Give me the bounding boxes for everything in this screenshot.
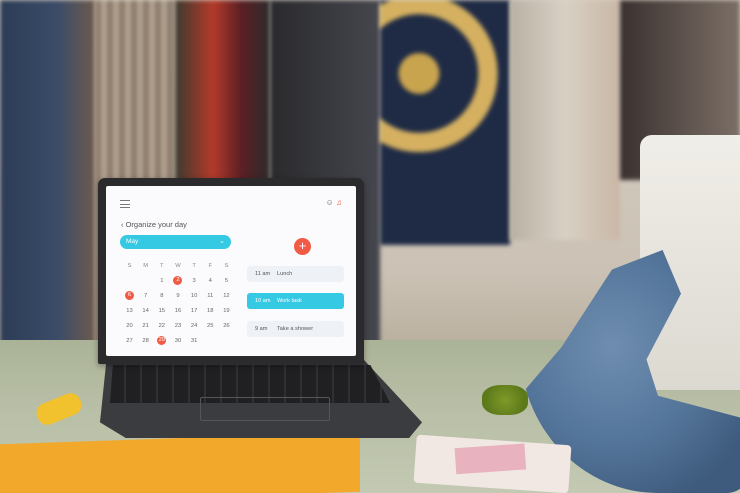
event-label: Lunch	[277, 271, 293, 277]
weekday-header: SMTWTFS	[123, 258, 233, 273]
laptop-screen: ☺ ♫ ‹ Organize your day May ⌄ SMTWTFS123…	[106, 186, 356, 356]
calendar-day[interactable]: 29	[157, 336, 167, 345]
add-event-button[interactable]: +	[294, 238, 311, 255]
calendar-day[interactable]: 2	[173, 276, 183, 285]
calendar-day[interactable]: 26	[220, 323, 233, 329]
clothing-rack	[0, 0, 95, 360]
weekday-label: F	[208, 262, 213, 269]
calendar-day[interactable]: 9	[171, 293, 184, 299]
chevron-down-icon: ⌄	[219, 238, 225, 245]
calendar-day[interactable]: 25	[204, 323, 217, 329]
calendar-day[interactable]: 31	[188, 338, 201, 344]
calendar-week: 13 14 15 16 17 18 19	[123, 303, 233, 318]
user-icon[interactable]: ☺	[326, 198, 334, 207]
weekday-label: T	[160, 262, 164, 269]
calendar-day[interactable]: 27	[123, 338, 136, 344]
calendar-day[interactable]: 11	[204, 293, 217, 299]
calendar-week: 6 7 8 9 10 11 12	[123, 288, 233, 303]
event-time: 9 am	[255, 326, 268, 332]
calendar-day[interactable]: 3	[188, 278, 201, 284]
weekday-label: S	[127, 262, 132, 269]
calendar-day[interactable]: 5	[220, 278, 233, 284]
laptop-lid: ☺ ♫ ‹ Organize your day May ⌄ SMTWTFS123…	[98, 178, 364, 364]
calendar-day[interactable]: 6	[125, 291, 134, 300]
calendar-day[interactable]: 30	[171, 338, 184, 344]
dress	[380, 0, 510, 245]
calendar-day[interactable]: 1	[155, 278, 168, 284]
calendar-day[interactable]: 20	[123, 323, 136, 329]
calendar-grid: S M T W T F S 1 2 3 4 5 6 7 8 9 10 11 12 13 14 15 16 17 18 19 20 21…	[123, 258, 233, 348]
calendar-day[interactable]: 16	[171, 308, 184, 314]
event-label: Work task	[277, 298, 302, 304]
calendar-day[interactable]: 22	[155, 323, 168, 329]
event-item[interactable]: 9 am Take a shower	[247, 321, 344, 337]
header-icons: ☺ ♫	[326, 198, 342, 207]
calendar-day[interactable]: 28	[139, 338, 152, 344]
weekday-label: S	[224, 262, 229, 269]
calendar-day[interactable]: 4	[204, 278, 217, 284]
menu-icon[interactable]	[120, 200, 130, 208]
green-yarn	[482, 385, 528, 415]
calendar-week: 20 21 22 23 24 25 26	[123, 318, 233, 333]
page-title: ‹ Organize your day	[121, 220, 187, 229]
back-chevron-icon[interactable]: ‹	[121, 220, 124, 229]
calendar-day[interactable]: 24	[188, 323, 201, 329]
calendar-day[interactable]: 17	[188, 308, 201, 314]
photo-scene: ☺ ♫ ‹ Organize your day May ⌄ SMTWTFS123…	[0, 0, 740, 493]
calendar-day[interactable]: 19	[220, 308, 233, 314]
title-text: Organize your day	[125, 220, 187, 229]
event-time: 11 am	[255, 271, 271, 277]
calendar-day[interactable]: 7	[139, 293, 152, 299]
calendar-day[interactable]: 14	[139, 308, 152, 314]
fabric-swatch	[413, 434, 572, 493]
calendar-day[interactable]: 18	[204, 308, 217, 314]
laptop-trackpad	[200, 397, 330, 421]
bell-icon[interactable]: ♫	[336, 198, 342, 207]
month-selector[interactable]: May ⌄	[120, 235, 231, 249]
calendar-week: 27 28 29 30 31	[123, 333, 233, 348]
dress	[510, 0, 620, 240]
event-time: 10 am	[255, 298, 271, 304]
calendar-day[interactable]: 13	[123, 308, 136, 314]
event-item[interactable]: 11 am Lunch	[247, 266, 344, 282]
calendar-day[interactable]: 12	[220, 293, 233, 299]
event-item[interactable]: 10 am Work task	[247, 293, 344, 309]
calendar-day[interactable]: 15	[155, 308, 168, 314]
calendar-week: 12345	[123, 273, 233, 288]
calendar-day[interactable]: 8	[155, 293, 168, 299]
weekday-label: M	[143, 262, 149, 269]
calendar-day[interactable]: 23	[171, 323, 184, 329]
calendar-day[interactable]: 10	[188, 293, 201, 299]
calendar-day[interactable]: 21	[139, 323, 152, 329]
weekday-label: W	[175, 262, 181, 269]
month-label: May	[126, 238, 139, 245]
weekday-label: T	[192, 262, 196, 269]
event-label: Take a shower	[277, 326, 314, 332]
